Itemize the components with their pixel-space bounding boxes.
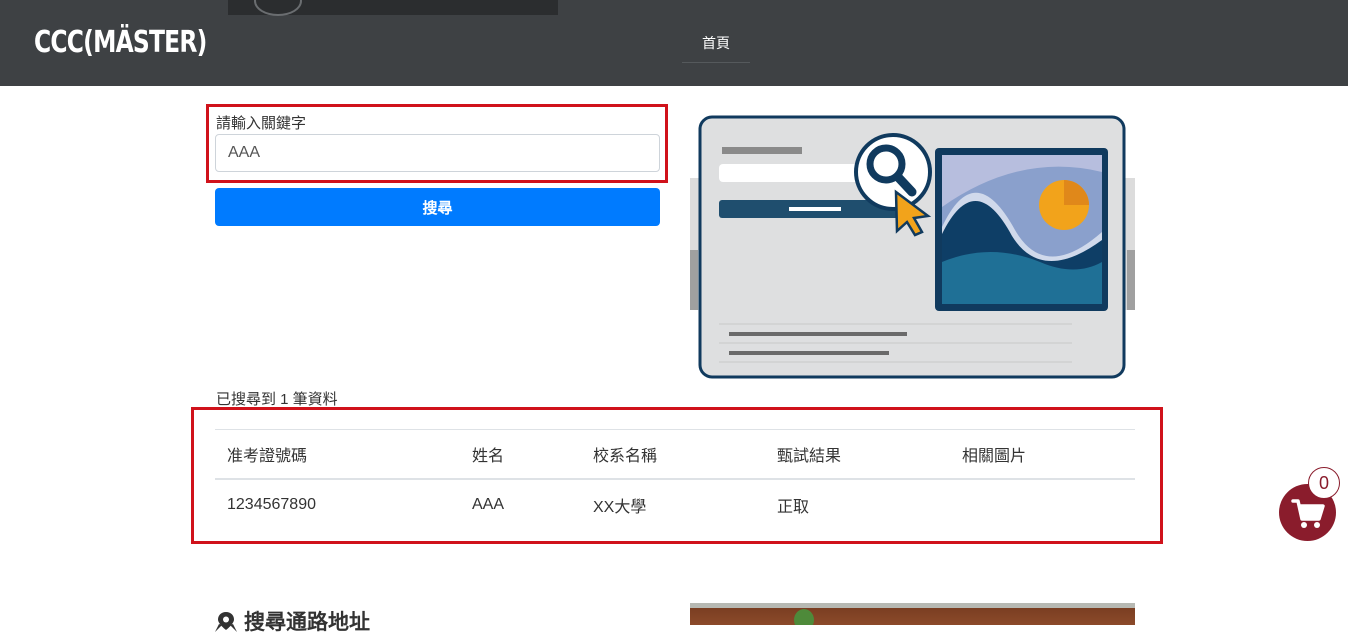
column-header: 甄試結果 [765,429,950,480]
search-label: 請輸入關鍵字 [216,115,307,132]
table-cell: XX大學 [593,499,647,516]
table-row: 1234567890 AAA XX大學 正取 [215,479,1135,530]
cart-count-badge: 0 [1308,467,1340,499]
car-wheel-decoration [254,0,302,16]
table-header-row: 准考證號碼 姓名 校系名稱 甄試結果 相關圖片 [215,429,1135,480]
section-heading-text: 搜尋通路地址 [244,611,370,634]
navbar: CCC(MÄSTER) 首頁 [0,0,1348,86]
search-button[interactable]: 搜尋 [215,188,660,226]
results-table: 准考證號碼 姓名 校系名稱 甄試結果 相關圖片 1234567890 AAA X… [215,429,1135,530]
column-header: 准考證號碼 [215,429,460,480]
column-header: 姓名 [460,429,581,480]
result-count: 已搜尋到 1 筆資料 [216,391,338,408]
site-logo[interactable]: CCC(MÄSTER) [34,26,207,60]
map-location-icon [215,612,237,632]
column-header: 相關圖片 [950,429,1135,480]
section-heading: 搜尋通路地址 [214,606,370,636]
table-cell: 1234567890 [227,496,316,513]
table-cell: 正取 [777,499,810,516]
search-illustration [690,115,1135,379]
column-header: 校系名稱 [581,429,765,480]
header-background-image [228,0,558,16]
table-cell [950,479,1135,530]
nav-home-link[interactable]: 首頁 [682,30,750,63]
search-input[interactable] [215,134,660,172]
store-photo [690,603,1135,625]
table-cell: AAA [472,496,505,513]
plant-decoration [794,609,814,625]
